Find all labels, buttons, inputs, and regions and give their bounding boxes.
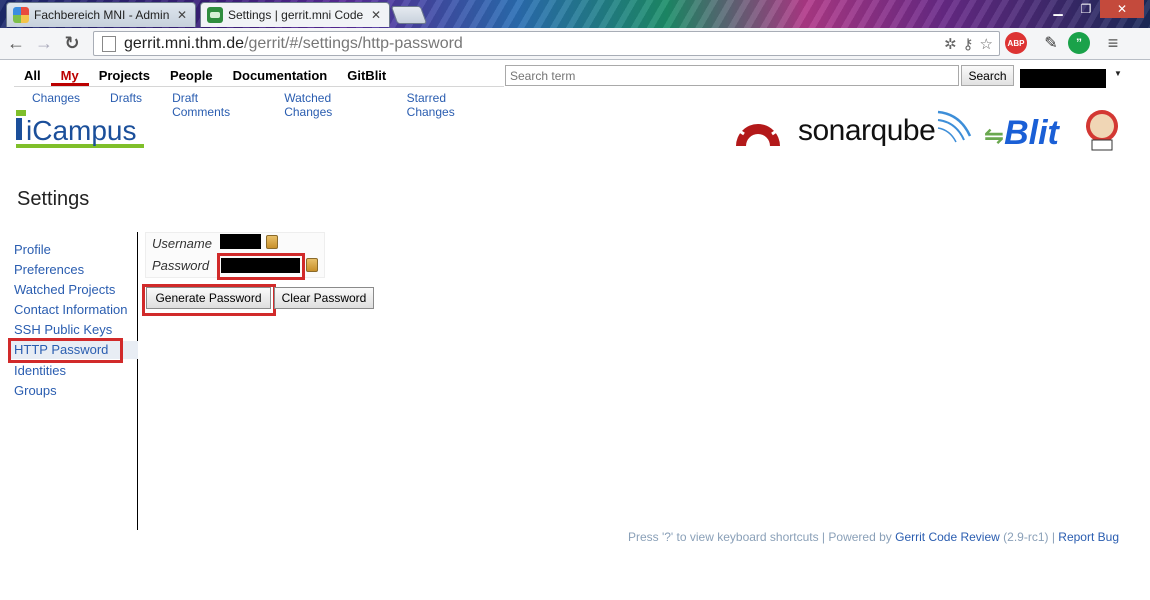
menu-projects[interactable]: Projects — [89, 66, 160, 86]
sidebar-item-preferences[interactable]: Preferences — [14, 262, 84, 277]
footer-version-text: (2.9-rc1) | — [1003, 530, 1055, 544]
mni-favicon-icon — [13, 7, 29, 23]
gear-icon[interactable]: ✲ — [944, 35, 957, 53]
tab-title: Settings | gerrit.mni Code — [228, 8, 364, 22]
sidebar-item-contact-information[interactable]: Contact Information — [14, 302, 127, 317]
search-input[interactable] — [505, 65, 959, 86]
adblock-icon[interactable]: ABP — [1005, 32, 1027, 54]
new-tab-button[interactable] — [390, 6, 428, 24]
browser-tab-settings[interactable]: Settings | gerrit.mni Code ✕ — [200, 2, 390, 27]
menu-people[interactable]: People — [160, 66, 223, 86]
sonar-waves-icon — [937, 110, 972, 143]
reload-icon[interactable]: ↻ — [60, 32, 84, 56]
user-menu-caret-icon[interactable]: ▼ — [1114, 69, 1122, 78]
browser-tab-mni[interactable]: Fachbereich MNI - Admin ✕ — [6, 2, 196, 27]
window-close-icon[interactable]: ✕ — [1100, 0, 1144, 18]
redmine-logo[interactable] — [732, 108, 784, 148]
omnibox-icons: ✲ ⚷ ☆ — [944, 35, 993, 53]
page-footer: Press '?' to view keyboard shortcuts | P… — [628, 530, 1119, 544]
password-highlight-box — [217, 253, 305, 280]
menu-gitblit[interactable]: GitBlit — [337, 66, 396, 86]
submenu-draft-comments[interactable]: Draft Comments — [154, 87, 266, 119]
sidebar-item-watched-projects[interactable]: Watched Projects — [14, 282, 115, 297]
browser-menu-icon[interactable]: ≡ — [1102, 32, 1124, 54]
menu-my[interactable]: My — [50, 66, 89, 86]
username-value-redacted — [220, 234, 261, 249]
key-icon[interactable]: ⚷ — [963, 35, 974, 53]
icampus-logo[interactable]: iCampus — [14, 108, 146, 152]
gerrit-favicon-icon — [207, 7, 223, 23]
page-title: Settings — [17, 188, 90, 210]
user-menu-redacted[interactable] — [1020, 69, 1106, 88]
minimize-icon[interactable]: ▁ — [1044, 0, 1072, 18]
icampus-logo-mark — [16, 118, 22, 140]
window-controls: ▁ ❐ ✕ — [1044, 0, 1144, 18]
pen-extension-icon[interactable]: ✎ — [1040, 32, 1062, 54]
restore-icon[interactable]: ❐ — [1072, 0, 1100, 18]
submenu-starred-changes[interactable]: Starred Changes — [389, 87, 504, 119]
tab-close-icon[interactable]: ✕ — [177, 8, 187, 22]
password-label: Password — [152, 258, 210, 273]
jenkins-face-icon — [1090, 114, 1114, 138]
sonarqube-logo[interactable]: sonarqube — [798, 114, 936, 148]
sidebar-highlight-box — [8, 338, 123, 363]
report-bug-link[interactable]: Report Bug — [1058, 530, 1119, 544]
jenkins-logo[interactable] — [1084, 108, 1120, 152]
sidebar-item-profile[interactable]: Profile — [14, 242, 51, 257]
generate-highlight-box — [142, 284, 276, 316]
top-menu: All My Projects People Documentation Git… — [14, 66, 396, 86]
gitblit-logo-text: Blit — [1004, 114, 1059, 152]
icampus-logo-mark — [16, 110, 26, 116]
tab-close-icon[interactable]: ✕ — [371, 8, 381, 22]
clear-password-button[interactable]: Clear Password — [274, 287, 374, 309]
menu-all[interactable]: All — [14, 66, 51, 86]
copy-username-icon[interactable] — [266, 235, 278, 249]
redmine-arc-icon — [736, 124, 780, 146]
sidebar-item-identities[interactable]: Identities — [14, 363, 66, 378]
tab-title: Fachbereich MNI - Admin — [34, 8, 170, 22]
hangouts-icon[interactable]: ” — [1068, 32, 1090, 54]
gitblit-logo[interactable]: ⇋Blit — [984, 114, 1059, 153]
url-text: gerrit.mni.thm.de/gerrit/#/settings/http… — [124, 34, 463, 52]
sidebar-item-ssh-public-keys[interactable]: SSH Public Keys — [14, 322, 112, 337]
star-icon[interactable]: ☆ — [980, 35, 993, 53]
menu-documentation[interactable]: Documentation — [223, 66, 338, 86]
sidebar-item-groups[interactable]: Groups — [14, 383, 57, 398]
icampus-logo-text: iCampus — [26, 115, 136, 146]
browser-toolbar: ← → ↻ gerrit.mni.thm.de/gerrit/#/setting… — [0, 28, 1150, 60]
username-label: Username — [152, 236, 212, 251]
gerrit-code-review-link[interactable]: Gerrit Code Review — [895, 530, 1000, 544]
forward-arrow-icon[interactable]: → — [32, 32, 56, 56]
settings-sidebar: Profile Preferences Watched Projects Con… — [8, 232, 138, 530]
copy-password-icon[interactable] — [306, 258, 318, 272]
back-arrow-icon[interactable]: ← — [4, 32, 28, 56]
jenkins-collar-icon — [1091, 139, 1113, 151]
git-icon: ⇋ — [984, 123, 1005, 150]
page-icon — [102, 35, 116, 52]
submenu-watched-changes[interactable]: Watched Changes — [266, 87, 388, 119]
footer-shortcuts-text: Press '?' to view keyboard shortcuts | P… — [627, 530, 892, 544]
search-button[interactable]: Search — [961, 65, 1014, 86]
address-bar[interactable]: gerrit.mni.thm.de/gerrit/#/settings/http… — [93, 31, 1000, 56]
